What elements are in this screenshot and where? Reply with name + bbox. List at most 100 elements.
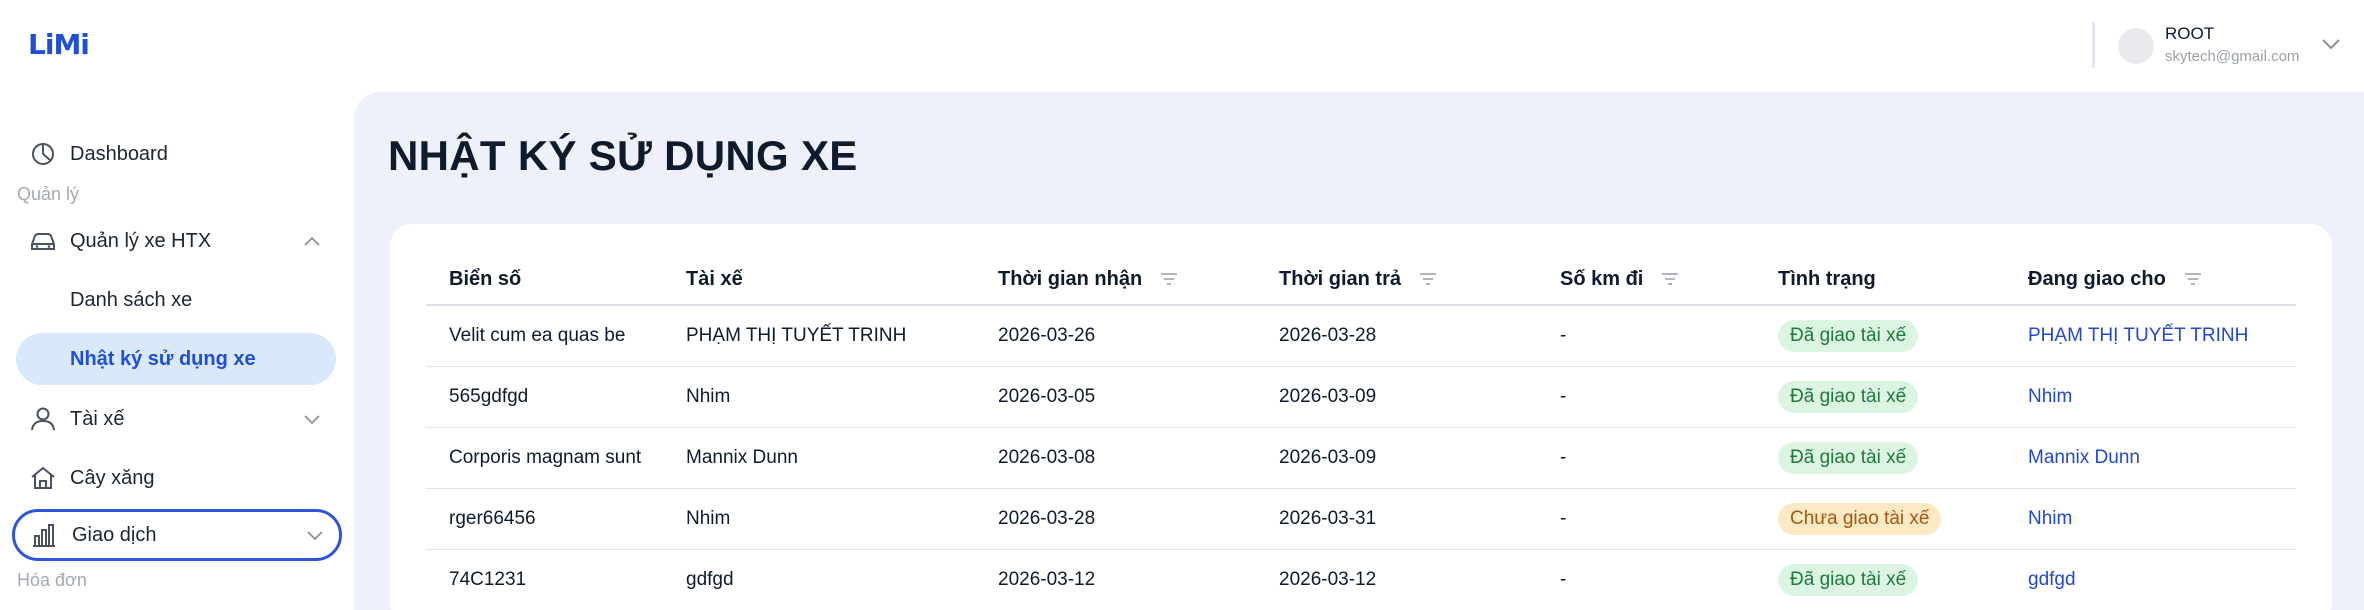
cell-driver: Nhim [686, 508, 731, 529]
status-badge: Đã giao tài xế [1778, 442, 1919, 474]
sidebar-item-label: Cây xăng [70, 466, 155, 489]
cell-km: - [1560, 386, 1567, 407]
column-header-status: Tình trạng [1778, 254, 1876, 304]
cell-received: 2026-03-26 [998, 325, 1096, 346]
cell-received: 2026-03-05 [998, 386, 1096, 407]
sidebar-item-label: Giao dịch [72, 523, 157, 546]
section-label-hoa-don: Hóa đơn [17, 570, 87, 590]
cell-driver: Nhim [686, 386, 731, 407]
status-badge: Đã giao tài xế [1778, 320, 1919, 352]
column-header-received: Thời gian nhận [998, 254, 1178, 304]
sidebar-item-quan-ly-xe[interactable]: Quản lý xe HTX [16, 215, 336, 267]
chevron-up-icon [304, 236, 320, 246]
column-header-label: Thời gian trả [1279, 267, 1402, 290]
cell-status: Đã giao tài xế [1778, 367, 1919, 427]
sidebar-item-tai-xe[interactable]: Tài xế [16, 393, 336, 445]
filter-icon[interactable] [1160, 272, 1178, 286]
table-row[interactable]: 74C1231 gdfgd 2026-03-12 2026-03-12 - Đã… [426, 550, 2296, 610]
user-icon [31, 407, 55, 431]
column-header-label: Biển số [449, 267, 522, 290]
car-icon [31, 233, 55, 250]
cell-km: - [1560, 447, 1567, 468]
user-name[interactable]: ROOT [2165, 24, 2214, 44]
cell-driver: PHẠM THỊ TUYẾT TRINH [686, 325, 907, 346]
cell-driver: gdfgd [686, 569, 734, 590]
header-divider [2092, 22, 2095, 68]
sidebar-item-label: Danh sách xe [70, 288, 193, 311]
sidebar: Dashboard Quản lý Quản lý xe HTX Danh sá… [0, 92, 354, 610]
sidebar-item-label: Quản lý xe HTX [70, 229, 212, 252]
cell-assigned-link[interactable]: Mannix Dunn [2028, 428, 2140, 488]
sidebar-item-dashboard[interactable]: Dashboard [16, 128, 336, 180]
cell-assigned-link[interactable]: gdfgd [2028, 550, 2076, 610]
cell-km: - [1560, 508, 1567, 529]
avatar[interactable] [2118, 28, 2154, 64]
table-header-row: Biển số Tài xế Thời gian nhận Thời gian … [426, 254, 2296, 306]
column-header-label: Tình trạng [1778, 267, 1876, 290]
column-header-label: Thời gian nhận [998, 267, 1143, 290]
vehicle-log-table: Biển số Tài xế Thời gian nhận Thời gian … [426, 254, 2296, 610]
section-label-quan-ly: Quản lý [17, 184, 80, 204]
cell-status: Đã giao tài xế [1778, 428, 1919, 488]
cell-assigned-link[interactable]: Nhim [2028, 489, 2072, 549]
column-header-label: Đang giao cho [2028, 267, 2166, 290]
page-title: NHẬT KÝ SỬ DỤNG XE [388, 132, 858, 179]
column-header-label: Tài xế [686, 267, 743, 290]
top-bar: LiMi ROOT skytech@gmail.com [0, 0, 2364, 92]
cell-returned: 2026-03-12 [1279, 569, 1377, 590]
cell-driver: Mannix Dunn [686, 447, 798, 468]
cell-plate: Velit cum ea quas be [449, 325, 626, 346]
cell-returned: 2026-03-28 [1279, 325, 1377, 346]
cell-plate: 74C1231 [449, 569, 527, 590]
cell-returned: 2026-03-31 [1279, 508, 1377, 529]
cell-status: Đã giao tài xế [1778, 306, 1919, 366]
filter-icon[interactable] [2184, 272, 2202, 286]
main-content: NHẬT KÝ SỬ DỤNG XE Biển số Tài xế Thời g… [354, 92, 2364, 610]
cell-returned: 2026-03-09 [1279, 447, 1377, 468]
cell-plate: Corporis magnam sunt [449, 447, 642, 468]
table-row[interactable]: Velit cum ea quas be PHẠM THỊ TUYẾT TRIN… [426, 306, 2296, 367]
cell-plate: 565gdfgd [449, 386, 529, 407]
sidebar-item-cay-xang[interactable]: Cây xăng [16, 452, 336, 504]
column-header-label: Số km đi [1560, 267, 1644, 290]
status-badge: Đã giao tài xế [1778, 564, 1919, 596]
filter-icon[interactable] [1419, 272, 1437, 286]
cell-status: Chưa giao tài xế [1778, 489, 1942, 549]
status-badge: Đã giao tài xế [1778, 381, 1919, 413]
cell-assigned-link[interactable]: PHẠM THỊ TUYẾT TRINH [2028, 306, 2248, 366]
cell-assigned-link[interactable]: Nhim [2028, 367, 2072, 427]
sidebar-item-giao-dich[interactable]: Giao dịch [12, 509, 342, 561]
sidebar-item-label: Tài xế [70, 407, 125, 430]
table-card: Biển số Tài xế Thời gian nhận Thời gian … [390, 224, 2332, 610]
cell-received: 2026-03-08 [998, 447, 1096, 468]
sidebar-item-nhat-ky[interactable]: Nhật ký sử dụng xe [16, 333, 336, 385]
cell-plate: rger66456 [449, 508, 536, 529]
home-icon [31, 466, 55, 489]
app-logo[interactable]: LiMi [28, 28, 90, 61]
cell-km: - [1560, 569, 1567, 590]
table-row[interactable]: rger66456 Nhim 2026-03-28 2026-03-31 - C… [426, 489, 2296, 550]
cell-status: Đã giao tài xế [1778, 550, 1919, 610]
filter-icon[interactable] [1661, 272, 1679, 286]
chevron-down-icon [307, 531, 323, 541]
column-header-driver: Tài xế [686, 254, 743, 304]
user-email: skytech@gmail.com [2165, 48, 2300, 65]
table-row[interactable]: 565gdfgd Nhim 2026-03-05 2026-03-09 - Đã… [426, 367, 2296, 428]
bar-chart-icon [33, 524, 55, 547]
sidebar-item-label: Nhật ký sử dụng xe [70, 347, 256, 370]
table-row[interactable]: Corporis magnam sunt Mannix Dunn 2026-03… [426, 428, 2296, 489]
dashboard-icon [32, 143, 54, 165]
sidebar-item-label: Dashboard [70, 142, 168, 165]
cell-received: 2026-03-12 [998, 569, 1096, 590]
status-badge: Chưa giao tài xế [1778, 503, 1942, 535]
cell-received: 2026-03-28 [998, 508, 1096, 529]
cell-returned: 2026-03-09 [1279, 386, 1377, 407]
column-header-plate: Biển số [449, 254, 521, 304]
column-header-km: Số km đi [1560, 254, 1679, 304]
column-header-assigned: Đang giao cho [2028, 254, 2202, 304]
chevron-down-icon[interactable] [2320, 36, 2342, 52]
column-header-returned: Thời gian trả [1279, 254, 1437, 304]
chevron-down-icon [304, 415, 320, 425]
cell-km: - [1560, 325, 1567, 346]
sidebar-item-danh-sach-xe[interactable]: Danh sách xe [16, 274, 336, 326]
